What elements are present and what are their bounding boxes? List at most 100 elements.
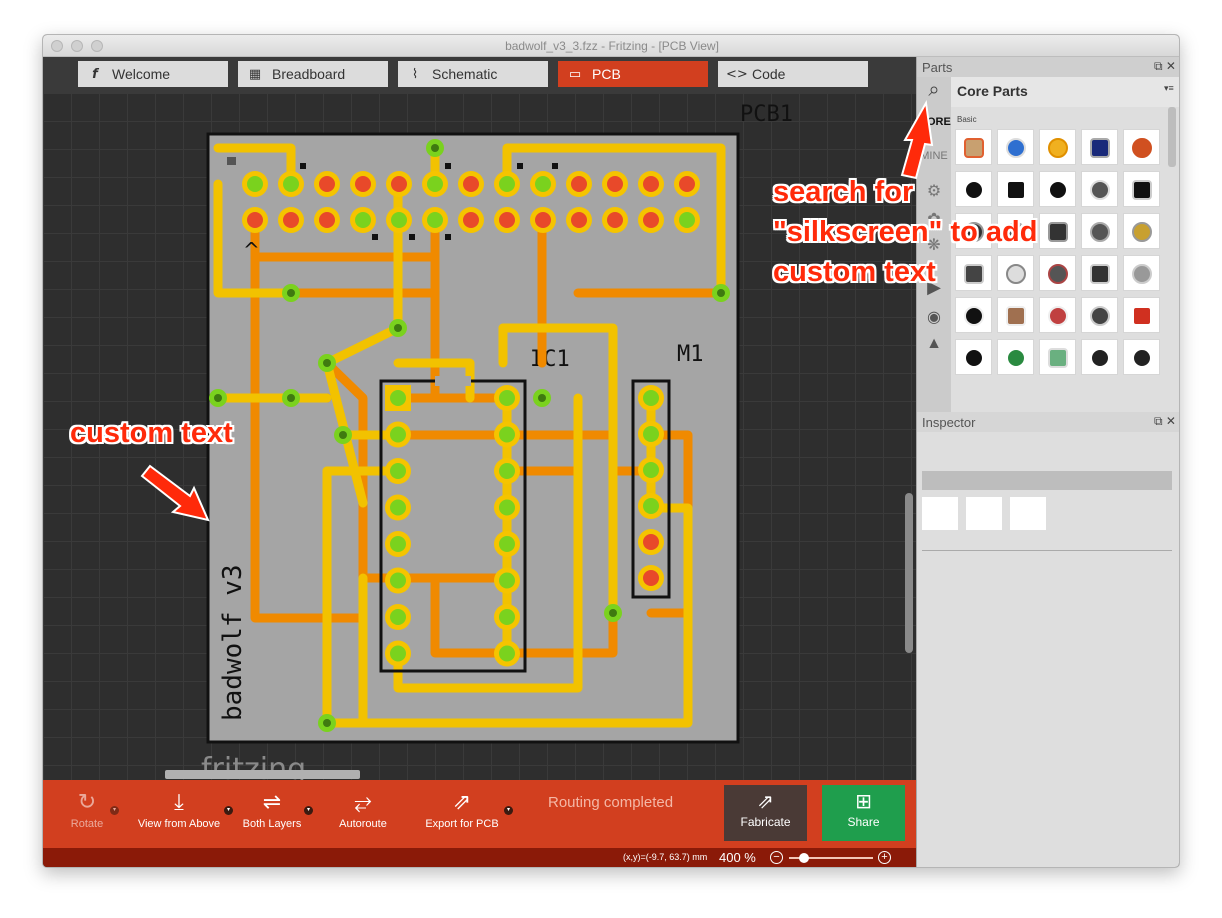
part-thumbnail[interactable]: [955, 339, 992, 375]
via[interactable]: [712, 284, 730, 302]
part-thumbnail[interactable]: [1123, 171, 1160, 207]
via[interactable]: [533, 389, 551, 407]
ic-pin-pad[interactable]: [494, 494, 520, 521]
via[interactable]: [318, 354, 336, 372]
header-pin-pad[interactable]: [674, 207, 700, 233]
autoroute-button[interactable]: ⥂ Autoroute: [333, 788, 393, 830]
ic-pin-pad[interactable]: [494, 640, 520, 667]
fabricate-button[interactable]: ⇗ Fabricate: [724, 785, 807, 841]
vertical-scrollbar[interactable]: [905, 493, 913, 653]
bin-menu-icon[interactable]: ▾≡: [1164, 83, 1174, 94]
view-from-above-button[interactable]: ⤓ View from Above ▾: [135, 788, 233, 830]
header-pin-pad[interactable]: [566, 207, 592, 233]
zoom-out-icon[interactable]: −: [770, 851, 783, 864]
part-thumbnail[interactable]: [1039, 297, 1076, 333]
module-pin-pad[interactable]: [638, 565, 664, 591]
tab-pcb[interactable]: ▭ PCB: [558, 61, 708, 87]
part-thumbnail[interactable]: [1123, 255, 1160, 291]
module-pin-pad[interactable]: [638, 421, 664, 447]
module-pin-pad[interactable]: [638, 529, 664, 555]
export-dropdown-icon[interactable]: ▾: [504, 806, 513, 815]
tab-breadboard[interactable]: ▦ Breadboard: [238, 61, 388, 87]
header-pin-pad[interactable]: [602, 171, 628, 197]
part-thumbnail[interactable]: [1039, 213, 1076, 249]
part-thumbnail[interactable]: [1081, 171, 1118, 207]
view-dropdown-icon[interactable]: ▾: [224, 806, 233, 815]
rotate-button[interactable]: ↻ Rotate ▾: [65, 788, 119, 830]
via[interactable]: [282, 389, 300, 407]
ic-pin-pad[interactable]: [385, 604, 411, 630]
header-pin-pad[interactable]: [350, 171, 376, 197]
rotate-dropdown-icon[interactable]: ▾: [110, 806, 119, 815]
module-pin-pad[interactable]: [638, 493, 664, 519]
inspector-panel-buttons[interactable]: ⧉ ✕: [1154, 414, 1176, 429]
header-pin-pad[interactable]: [314, 207, 340, 233]
parts-panel-buttons[interactable]: ⧉ ✕: [1154, 59, 1176, 74]
header-pin-pad[interactable]: [386, 207, 412, 233]
ic-pin-pad[interactable]: [385, 421, 411, 448]
tab-schematic[interactable]: ⌇ Schematic: [398, 61, 548, 87]
part-thumbnail[interactable]: [1123, 213, 1160, 249]
part-thumbnail[interactable]: [1081, 129, 1118, 165]
layers-dropdown-icon[interactable]: ▾: [304, 806, 313, 815]
header-pin-pad[interactable]: [530, 207, 556, 233]
ic-pin-pad[interactable]: [385, 531, 411, 557]
horizontal-scrollbar[interactable]: [165, 770, 360, 779]
ic-pin-pad[interactable]: [385, 494, 411, 521]
header-pin-pad[interactable]: [458, 207, 484, 233]
bin-icon[interactable]: ▲: [919, 335, 949, 353]
bin-icon[interactable]: ◉: [919, 307, 949, 327]
via[interactable]: [389, 319, 407, 337]
part-thumbnail[interactable]: [1081, 297, 1118, 333]
both-layers-button[interactable]: ⇌ Both Layers ▾: [241, 788, 313, 830]
search-icon[interactable]: ⌕: [919, 79, 949, 102]
sidebar-item-core[interactable]: CORE: [919, 116, 951, 128]
header-pin-pad[interactable]: [242, 171, 268, 197]
part-thumbnail[interactable]: [997, 297, 1034, 333]
parts-scrollbar[interactable]: [1168, 107, 1176, 167]
module-pin-pad[interactable]: [638, 385, 664, 411]
part-thumbnail[interactable]: [1039, 255, 1076, 291]
ic-pin-pad[interactable]: [494, 567, 520, 594]
sidebar-item-mine[interactable]: MINE: [919, 150, 949, 162]
share-button[interactable]: ⊞ Share: [822, 785, 905, 841]
header-pin-pad[interactable]: [314, 171, 340, 197]
header-pin-pad[interactable]: [494, 207, 520, 233]
part-thumbnail[interactable]: [997, 339, 1034, 375]
header-pin-pad[interactable]: [566, 171, 592, 197]
silkscreen-custom-text[interactable]: badwolf v3: [218, 564, 248, 721]
header-pin-pad[interactable]: [386, 171, 412, 197]
part-thumbnail[interactable]: [1039, 171, 1076, 207]
header-pin-pad[interactable]: [278, 171, 304, 197]
tab-welcome[interactable]: f Welcome: [78, 61, 228, 87]
part-thumbnail[interactable]: [1081, 213, 1118, 249]
header-pin-pad[interactable]: [422, 207, 448, 233]
via[interactable]: [282, 284, 300, 302]
part-thumbnail[interactable]: [1081, 339, 1118, 375]
ic-pin-pad[interactable]: [494, 458, 520, 484]
ic-pin-pad[interactable]: [494, 385, 520, 411]
zoom-slider-handle[interactable]: [799, 853, 809, 863]
header-pin-pad[interactable]: [530, 171, 556, 197]
part-thumbnail[interactable]: [997, 129, 1034, 165]
via[interactable]: [334, 426, 352, 444]
header-pin-pad[interactable]: [494, 171, 520, 197]
part-thumbnail[interactable]: [1123, 129, 1160, 165]
header-pin-pad[interactable]: [278, 207, 304, 233]
ic-pin-pad[interactable]: [494, 604, 520, 630]
header-pin-pad[interactable]: [242, 207, 268, 233]
header-pin-pad[interactable]: [638, 207, 664, 233]
ic-pin-pad[interactable]: [385, 640, 411, 667]
header-pin-pad[interactable]: [602, 207, 628, 233]
via[interactable]: [604, 604, 622, 622]
via[interactable]: [209, 389, 227, 407]
ic-pin-pad[interactable]: [494, 421, 520, 448]
header-pin-pad[interactable]: [422, 171, 448, 197]
ic-pin-pad[interactable]: [494, 531, 520, 557]
via[interactable]: [426, 139, 444, 157]
via[interactable]: [318, 714, 336, 732]
part-thumbnail[interactable]: [1039, 129, 1076, 165]
header-pin-pad[interactable]: [350, 207, 376, 233]
part-thumbnail[interactable]: [1039, 339, 1076, 375]
part-thumbnail[interactable]: [1123, 339, 1160, 375]
